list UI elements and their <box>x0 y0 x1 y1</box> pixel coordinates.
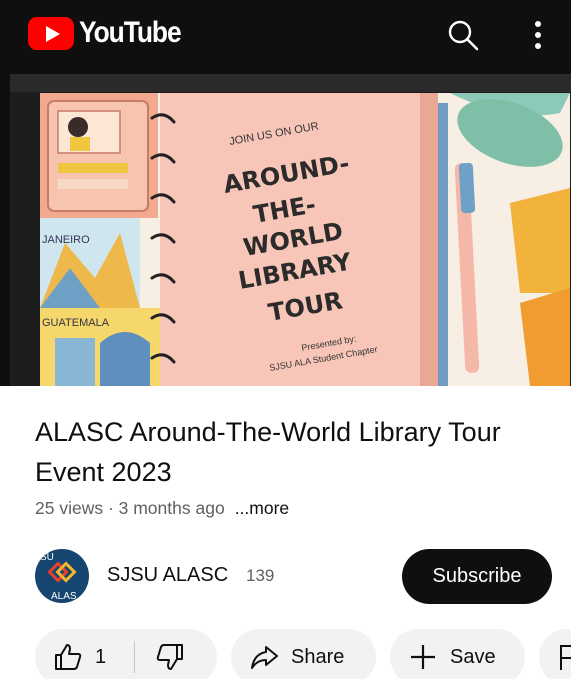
more-options-button[interactable] <box>526 18 550 52</box>
meeting-toolbar <box>10 74 571 92</box>
avatar-text-bottom: ALAS <box>51 591 77 602</box>
more-description-link[interactable]: ...more <box>235 498 289 518</box>
chip-divider <box>134 641 135 673</box>
search-icon <box>448 20 479 51</box>
share-button[interactable]: Share <box>231 629 376 679</box>
video-player[interactable]: JANEIRO GUATEMALA JOIN US ON OUR AROUND- <box>0 70 571 386</box>
video-title[interactable]: ALASC Around-The-World Library Tour Even… <box>35 412 545 492</box>
share-icon <box>251 646 278 669</box>
app-bar: YouTube <box>0 0 571 70</box>
channel-avatar[interactable]: SU ALAS <box>35 549 89 603</box>
thumbs-up-icon <box>55 644 82 670</box>
youtube-logo[interactable]: YouTube <box>28 16 194 50</box>
thumbs-down-icon <box>156 644 183 670</box>
video-thumbnail: JANEIRO GUATEMALA JOIN US ON OUR AROUND- <box>40 93 570 386</box>
save-label: Save <box>450 645 496 668</box>
channel-row: SU ALAS SJSU ALASC 139 Subscribe <box>35 549 555 605</box>
share-label: Share <box>291 645 345 668</box>
stamp-label-guatemala: GUATEMALA <box>42 317 110 329</box>
subscribe-button[interactable]: Subscribe <box>402 549 552 604</box>
dislike-button[interactable] <box>155 642 185 672</box>
search-button[interactable] <box>446 18 480 52</box>
play-logo-icon <box>28 16 74 50</box>
like-count: 1 <box>95 645 107 668</box>
save-button[interactable]: Save <box>390 629 525 679</box>
report-button[interactable] <box>539 629 571 679</box>
video-frame: JANEIRO GUATEMALA JOIN US ON OUR AROUND- <box>10 74 571 386</box>
flag-icon <box>560 645 571 670</box>
avatar-text-top: SU <box>40 552 54 563</box>
more-vert-icon <box>535 21 541 49</box>
slide-illustration: JANEIRO GUATEMALA JOIN US ON OUR AROUND- <box>40 93 570 386</box>
channel-logo-icon: SU ALAS <box>40 552 77 602</box>
views-and-date: 25 views · 3 months ago <box>35 498 225 518</box>
stamp-label-janeiro: JANEIRO <box>42 234 90 246</box>
like-button[interactable]: 1 <box>53 642 106 672</box>
plus-icon <box>411 645 435 669</box>
like-dislike-chip: 1 <box>35 629 217 679</box>
subscriber-count: 139 <box>246 566 275 585</box>
channel-name[interactable]: SJSU ALASC <box>107 564 228 587</box>
app-name: YouTube <box>79 16 182 49</box>
video-meta[interactable]: 25 views · 3 months ago ...more <box>35 498 289 519</box>
